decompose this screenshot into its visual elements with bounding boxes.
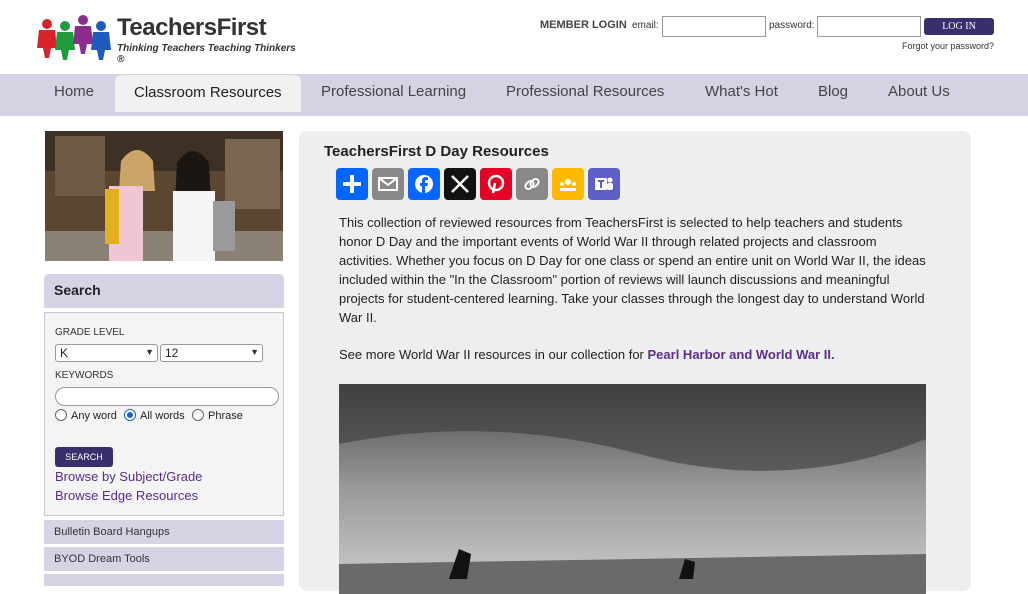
radio-any-word[interactable] xyxy=(55,409,67,421)
sidebar-item-next[interactable] xyxy=(44,574,284,586)
facebook-share-button[interactable] xyxy=(408,168,440,200)
grade-from-select[interactable]: K ▼ xyxy=(55,344,158,362)
nav-professional-resources[interactable]: Professional Resources xyxy=(506,74,664,112)
keywords-label: KEYWORDS xyxy=(55,370,114,381)
main-content: TeachersFirst D Day Resources This colle… xyxy=(299,131,971,594)
intro-paragraph: This collection of reviewed resources fr… xyxy=(339,215,926,325)
google-classroom-icon xyxy=(560,179,576,191)
pinterest-icon xyxy=(487,174,505,194)
grade-from-value: K xyxy=(60,346,69,360)
puzzle-people-logo-icon xyxy=(37,15,111,60)
d-day-photo xyxy=(339,384,926,594)
main-nav: Home Classroom Resources Professional Le… xyxy=(0,74,1028,116)
copy-link-icon xyxy=(524,177,540,191)
nav-classroom-resources[interactable]: Classroom Resources xyxy=(115,75,301,112)
browse-edge-resources-link[interactable]: Browse Edge Resources xyxy=(55,488,198,503)
sidebar-item-bulletin-board[interactable]: Bulletin Board Hangups xyxy=(44,520,284,544)
pearl-harbor-link[interactable]: Pearl Harbor and World War II. xyxy=(648,347,835,362)
nav-whats-hot[interactable]: What's Hot xyxy=(705,74,778,112)
see-more-text: See more World War II resources in our c… xyxy=(339,347,835,362)
login-button[interactable]: LOG IN xyxy=(924,18,994,35)
grade-to-value: 12 xyxy=(165,346,179,360)
email-label: email: xyxy=(632,20,659,31)
sidebar-item-byod[interactable]: BYOD Dream Tools xyxy=(44,547,284,571)
copy-link-share-button[interactable] xyxy=(516,168,548,200)
radio-phrase-label: Phrase xyxy=(208,410,243,422)
radio-any-word-label: Any word xyxy=(71,410,117,422)
x-icon xyxy=(451,175,469,193)
brand-name: TeachersFirst xyxy=(117,14,267,41)
radio-phrase[interactable] xyxy=(192,409,204,421)
share-plus-icon xyxy=(343,175,361,193)
nav-professional-learning[interactable]: Professional Learning xyxy=(321,74,466,112)
nav-home[interactable]: Home xyxy=(54,74,94,112)
site-logo[interactable]: TeachersFirst Thinking Teachers Teaching… xyxy=(37,12,297,65)
chevron-down-icon: ▼ xyxy=(250,347,259,357)
chevron-down-icon: ▼ xyxy=(145,347,154,357)
search-panel: GRADE LEVEL K ▼ 12 ▼ KEYWORDS Any word A… xyxy=(44,312,284,516)
email-share-button[interactable] xyxy=(372,168,404,200)
site-header: TeachersFirst Thinking Teachers Teaching… xyxy=(0,0,1028,74)
email-icon xyxy=(378,177,398,191)
students-photo xyxy=(45,131,283,261)
facebook-icon xyxy=(415,175,433,193)
pinterest-share-button[interactable] xyxy=(480,168,512,200)
radio-all-words-label: All words xyxy=(140,410,185,422)
password-label: password: xyxy=(769,20,815,31)
keywords-input[interactable] xyxy=(55,387,279,406)
browse-subject-grade-link[interactable]: Browse by Subject/Grade xyxy=(55,469,202,484)
forgot-password-link[interactable]: Forgot your password? xyxy=(902,41,994,51)
brand-tagline: Thinking Teachers Teaching Thinkers ® xyxy=(117,43,296,65)
radio-all-words[interactable] xyxy=(124,409,136,421)
search-heading: Search xyxy=(44,274,284,308)
member-login-form: MEMBER LOGIN email: password: LOG IN For… xyxy=(540,16,1000,56)
member-login-heading: MEMBER LOGIN xyxy=(540,19,627,31)
nav-blog[interactable]: Blog xyxy=(818,74,848,112)
page-title: TeachersFirst D Day Resources xyxy=(324,143,549,160)
grade-level-label: GRADE LEVEL xyxy=(55,327,125,338)
nav-about-us[interactable]: About Us xyxy=(888,74,950,112)
share-button[interactable] xyxy=(336,168,368,200)
teams-icon xyxy=(595,177,613,190)
search-button[interactable]: SEARCH xyxy=(55,447,113,467)
teams-share-button[interactable] xyxy=(588,168,620,200)
match-options: Any word All words Phrase xyxy=(55,409,279,423)
google-classroom-share-button[interactable] xyxy=(552,168,584,200)
x-share-button[interactable] xyxy=(444,168,476,200)
email-field[interactable] xyxy=(662,16,766,37)
see-more-prefix: See more World War II resources in our c… xyxy=(339,347,648,362)
password-field[interactable] xyxy=(817,16,921,37)
grade-to-select[interactable]: 12 ▼ xyxy=(160,344,263,362)
